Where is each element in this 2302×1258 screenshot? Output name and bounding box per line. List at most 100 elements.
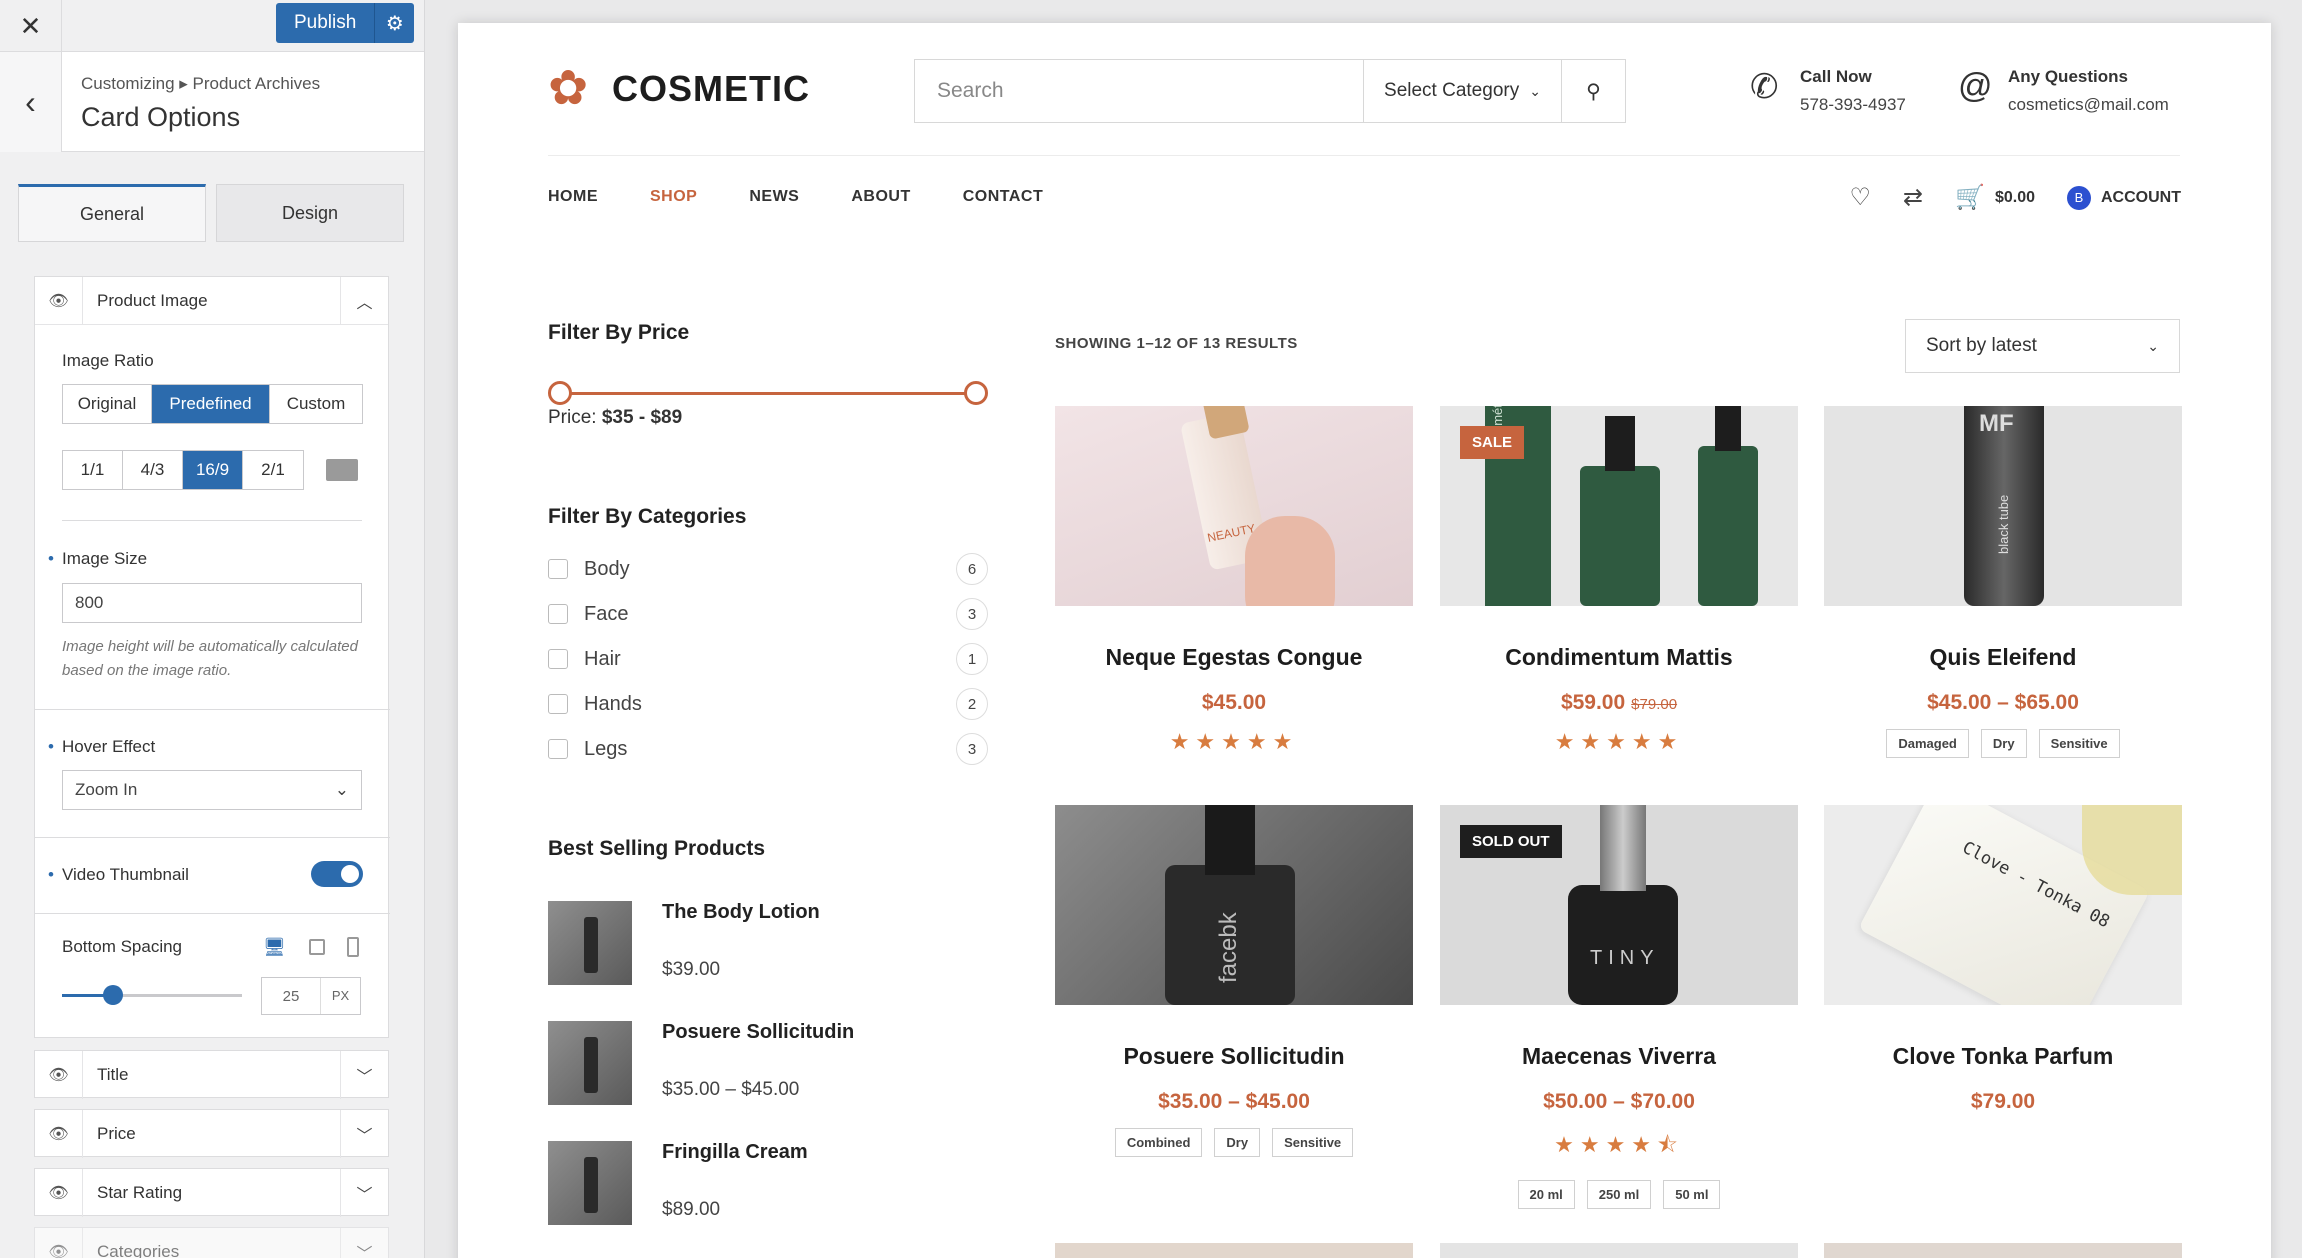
product-tag[interactable]: Sensitive	[1272, 1128, 1354, 1157]
tablet-icon[interactable]	[309, 939, 325, 955]
category-item[interactable]: Hair 1	[548, 643, 988, 675]
product-card[interactable]: TINY SOLD OUT Maecenas Viverra $50.00 – …	[1440, 805, 1798, 1209]
product-tag[interactable]: Dry	[1980, 729, 2027, 758]
ratio-preset-2-1[interactable]: 2/1	[243, 451, 303, 489]
best-selling-item[interactable]: Posuere Sollicitudin $35.00 – $45.00	[548, 1021, 988, 1105]
eye-icon[interactable]: 👁	[35, 1051, 83, 1099]
eye-icon[interactable]: 👁	[35, 1110, 83, 1158]
best-selling-item[interactable]: The Body Lotion $39.00	[548, 901, 988, 985]
product-thumbnail[interactable]	[548, 1141, 632, 1225]
best-selling-name[interactable]: The Body Lotion	[662, 901, 820, 924]
eye-icon[interactable]: 👁	[35, 276, 83, 325]
sort-select[interactable]: Sort by latest ⌄	[1905, 319, 2180, 373]
tab-design[interactable]: Design	[216, 184, 404, 242]
category-checkbox[interactable]	[548, 694, 568, 714]
product-image[interactable]: TINY SOLD OUT	[1440, 805, 1798, 1005]
spacing-slider-handle[interactable]	[103, 985, 123, 1005]
best-selling-name[interactable]: Fringilla Cream	[662, 1141, 808, 1164]
product-tag[interactable]: Damaged	[1886, 729, 1969, 758]
chevron-down-icon[interactable]: ﹀	[340, 1228, 388, 1258]
eye-icon[interactable]: 👁	[35, 1169, 83, 1217]
ratio-mode-original[interactable]: Original	[63, 385, 152, 423]
ratio-preset-4-3[interactable]: 4/3	[123, 451, 183, 489]
product-card[interactable]: cosmétique SALE Condimentum Mattis $59.0…	[1440, 406, 1798, 755]
back-button[interactable]: ‹	[0, 52, 62, 152]
product-title[interactable]: Condimentum Mattis	[1440, 644, 1798, 671]
product-thumbnail[interactable]	[548, 1021, 632, 1105]
cart-total[interactable]: $0.00	[1995, 189, 2035, 207]
product-tag[interactable]: Sensitive	[2038, 729, 2120, 758]
category-item[interactable]: Legs 3	[548, 733, 988, 765]
image-size-input[interactable]: 800	[62, 583, 362, 623]
nav-news[interactable]: NEWS	[749, 188, 799, 206]
ratio-preset-16-9[interactable]: 16/9	[183, 451, 243, 489]
hover-effect-select[interactable]: Zoom In ⌄	[62, 770, 362, 810]
category-checkbox[interactable]	[548, 739, 568, 759]
product-title[interactable]: Clove Tonka Parfum	[1824, 1043, 2182, 1070]
desktop-icon[interactable]: 🖥	[263, 937, 286, 958]
nav-shop[interactable]: SHOP	[650, 188, 697, 206]
best-selling-name[interactable]: Posuere Sollicitudin	[662, 1021, 854, 1044]
gear-icon[interactable]: ⚙	[374, 3, 415, 43]
price-section[interactable]: 👁 Price ﹀	[34, 1109, 389, 1158]
price-min-handle[interactable]	[548, 381, 572, 405]
product-card[interactable]: Clove - Tonka 08 Clove Tonka Parfum $79.…	[1824, 805, 2182, 1114]
cart-icon[interactable]: 🛒	[1955, 183, 1985, 212]
category-item[interactable]: Face 3	[548, 598, 988, 630]
title-section[interactable]: 👁 Title ﹀	[34, 1050, 389, 1099]
video-thumbnail-toggle[interactable]	[311, 861, 363, 887]
product-card[interactable]: facebk Posuere Sollicitudin $35.00 – $45…	[1055, 805, 1413, 1157]
spacing-input[interactable]: 25 PX	[261, 977, 361, 1015]
product-tag[interactable]: Combined	[1114, 1128, 1203, 1157]
heart-icon[interactable]: ♡	[1849, 183, 1871, 212]
price-max-handle[interactable]	[964, 381, 988, 405]
email-contact[interactable]: @ Any Questions cosmetics@mail.com	[1958, 67, 2169, 115]
product-thumbnail[interactable]	[548, 901, 632, 985]
mobile-icon[interactable]	[347, 937, 359, 957]
ratio-preset-1-1[interactable]: 1/1	[63, 451, 123, 489]
chevron-down-icon[interactable]: ﹀	[340, 1169, 388, 1217]
product-image[interactable]	[1824, 1243, 2182, 1258]
product-image[interactable]: Clove - Tonka 08	[1824, 805, 2182, 1005]
shuffle-icon[interactable]: ⇄	[1903, 183, 1923, 212]
product-image[interactable]	[1055, 1243, 1413, 1258]
category-checkbox[interactable]	[548, 649, 568, 669]
call-contact[interactable]: ✆ Call Now 578-393-4937	[1750, 67, 1906, 115]
account-avatar[interactable]: B	[2067, 185, 2091, 210]
search-icon[interactable]: ⚲	[1561, 60, 1625, 122]
product-title[interactable]: Maecenas Viverra	[1440, 1043, 1798, 1070]
product-image[interactable]: NEAUTY	[1055, 406, 1413, 606]
product-title[interactable]: Posuere Sollicitudin	[1055, 1043, 1413, 1070]
publish-button[interactable]: Publish	[276, 3, 375, 43]
account-link[interactable]: ACCOUNT	[2101, 189, 2181, 207]
category-item[interactable]: Body 6	[548, 553, 988, 585]
product-image[interactable]: facebk	[1055, 805, 1413, 1005]
close-button[interactable]: ✕	[0, 0, 62, 52]
product-title[interactable]: Quis Eleifend	[1824, 644, 2182, 671]
best-selling-item[interactable]: Fringilla Cream $89.00	[548, 1141, 988, 1225]
chevron-down-icon[interactable]: ﹀	[340, 1051, 388, 1099]
ratio-mode-custom[interactable]: Custom	[270, 385, 362, 423]
category-checkbox[interactable]	[548, 604, 568, 624]
category-select[interactable]: Select Category ⌄	[1363, 60, 1561, 122]
product-image[interactable]	[1440, 1243, 1798, 1258]
star-rating-section[interactable]: 👁 Star Rating ﹀	[34, 1168, 389, 1217]
product-card[interactable]: MF black tube Quis Eleifend $45.00 – $65…	[1824, 406, 2182, 758]
nav-contact[interactable]: CONTACT	[963, 188, 1044, 206]
nav-about[interactable]: ABOUT	[851, 188, 910, 206]
product-card[interactable]: NEAUTY Neque Egestas Congue $45.00 ★★★★★	[1055, 406, 1413, 755]
category-checkbox[interactable]	[548, 559, 568, 579]
product-tag[interactable]: 50 ml	[1663, 1180, 1721, 1209]
product-title[interactable]: Neque Egestas Congue	[1055, 644, 1413, 671]
product-image[interactable]: MF black tube	[1824, 406, 2182, 606]
nav-home[interactable]: HOME	[548, 188, 598, 206]
product-image-header[interactable]: 👁 Product Image ︿	[35, 276, 388, 325]
categories-section[interactable]: 👁 Categories ﹀	[34, 1227, 389, 1258]
product-tag[interactable]: 20 ml	[1517, 1180, 1575, 1209]
site-logo[interactable]: ✿ COSMETIC	[548, 63, 810, 115]
eye-icon[interactable]: 👁	[35, 1228, 83, 1258]
chevron-down-icon[interactable]: ﹀	[340, 1110, 388, 1158]
product-image[interactable]: cosmétique SALE	[1440, 406, 1798, 606]
ratio-mode-predefined[interactable]: Predefined	[152, 385, 270, 423]
chevron-up-icon[interactable]: ︿	[340, 276, 388, 325]
